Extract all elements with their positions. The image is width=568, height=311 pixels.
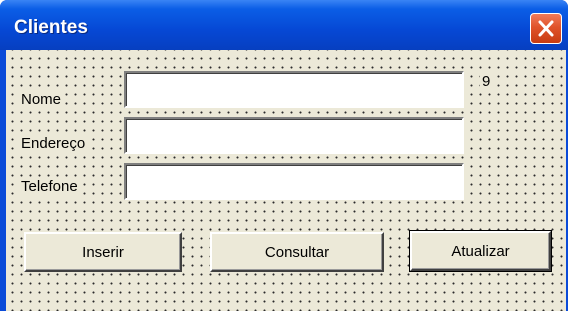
form-area: Nome Endereço Telefone 9 Inserir Consult… — [6, 50, 566, 311]
close-button[interactable] — [530, 13, 562, 44]
query-button[interactable]: Consultar — [210, 232, 384, 272]
label-nome: Nome — [19, 90, 64, 109]
label-telefone: Telefone — [19, 177, 80, 196]
insert-button[interactable]: Inserir — [24, 232, 182, 272]
endereco-input[interactable] — [124, 117, 464, 154]
window-title: Clientes — [14, 17, 88, 38]
close-icon — [538, 20, 554, 37]
label-endereco: Endereço — [19, 134, 88, 153]
clientes-window: Clientes Nome Endereço Telefone 9 Inseri… — [0, 0, 568, 311]
nome-input[interactable] — [124, 71, 464, 108]
record-counter: 9 — [480, 73, 493, 90]
title-bar[interactable]: Clientes — [0, 0, 568, 50]
telefone-input[interactable] — [124, 163, 464, 200]
update-button[interactable]: Atualizar — [409, 230, 552, 272]
